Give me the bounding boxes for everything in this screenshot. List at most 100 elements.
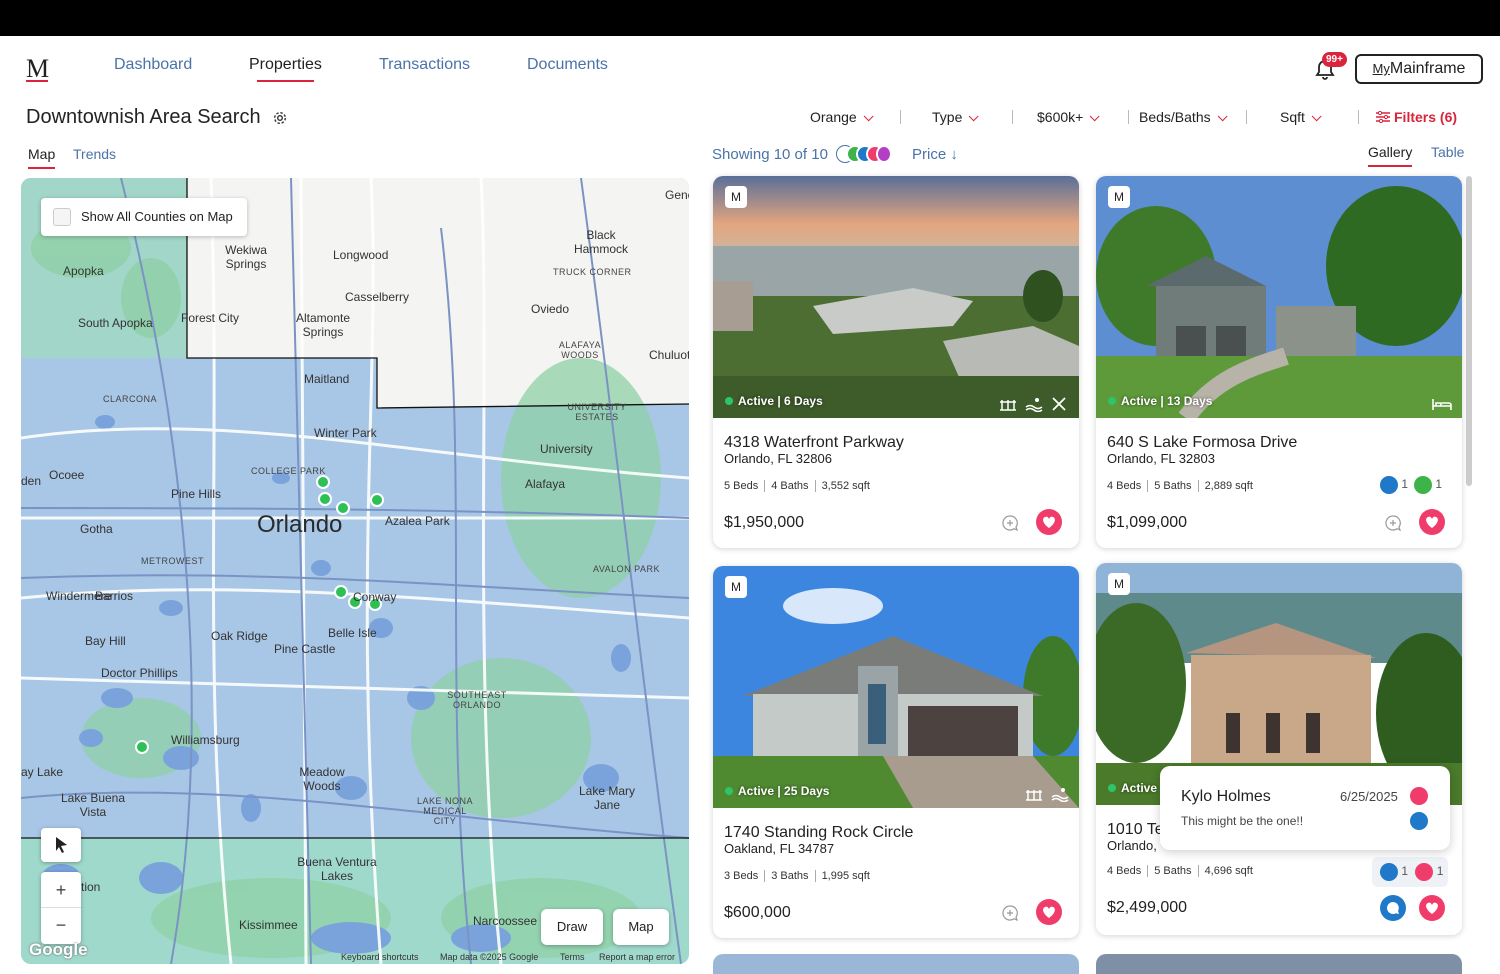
map-place: Pine Hills <box>171 487 222 501</box>
favorite-button[interactable] <box>1419 509 1445 535</box>
comment-message: This might be the one!! <box>1181 814 1304 828</box>
listing-card[interactable]: M Active | 25 Days 1740 Standing Rock Ci… <box>713 566 1079 938</box>
favorite-button[interactable] <box>1036 899 1062 925</box>
bed-icon <box>1432 399 1452 410</box>
tab-map[interactable]: Map <box>28 146 56 169</box>
listing-card[interactable]: M Active | 13 Days 640 S Lake Formosa Dr… <box>1096 176 1462 548</box>
comment-button[interactable] <box>1380 895 1406 921</box>
listing-price: $600,000 <box>724 904 791 921</box>
listing-specs: 4 Beds 5 Baths 2,889 sqft <box>1107 480 1259 492</box>
map-place: Meadow Woods <box>299 765 345 793</box>
kitchen-icon <box>1052 397 1066 411</box>
show-all-counties-label: Show All Counties on Map <box>81 209 233 224</box>
listing-card-partial[interactable] <box>1096 954 1462 974</box>
map-place: CLARCONA <box>103 394 158 404</box>
map-place: AVALON PARK <box>593 564 661 574</box>
map-place: Conway <box>353 590 397 604</box>
listing-city: Oakland, FL 34787 <box>724 841 835 856</box>
filter-beds-baths[interactable]: Beds/Baths <box>1139 109 1228 125</box>
nav-properties[interactable]: Properties <box>249 56 322 82</box>
listing-card-partial[interactable] <box>713 954 1079 974</box>
nav-transactions[interactable]: Transactions <box>379 56 470 74</box>
listing-price: $1,950,000 <box>724 514 805 531</box>
nav-dashboard[interactable]: Dashboard <box>114 56 192 74</box>
map-type-button[interactable]: Map <box>613 909 669 945</box>
checkbox[interactable] <box>53 208 71 226</box>
listing-beds: 5 Beds <box>724 480 766 492</box>
map-place: University <box>540 442 593 456</box>
draw-button[interactable]: Draw <box>541 909 603 945</box>
gear-icon[interactable] <box>272 110 288 126</box>
listing-address[interactable]: 1740 Standing Rock Circle <box>724 824 913 842</box>
filter-county-label: Orange <box>810 109 857 125</box>
commenter-name: Kylo Holmes <box>1181 788 1271 805</box>
terms-link[interactable]: Terms <box>560 952 585 962</box>
filter-type-label: Type <box>932 109 963 125</box>
listing-status: Active | 13 Days <box>1108 394 1212 408</box>
listing-photo[interactable]: M Active | 6 Days <box>713 176 1079 418</box>
comment-bubble-icon <box>1387 902 1399 914</box>
show-all-counties-toggle[interactable]: Show All Counties on Map <box>41 198 247 236</box>
map-place: Gene <box>665 188 689 202</box>
map-view[interactable]: Gene Black Hammock Wekiwa Springs Longwo… <box>21 178 689 964</box>
filter-sqft[interactable]: Sqft <box>1280 109 1322 125</box>
avatar <box>876 145 892 163</box>
listing-photo[interactable]: M Active | 13 Days <box>1096 176 1462 418</box>
comment-popup: Kylo Holmes 6/25/2025 This might be the … <box>1160 766 1450 850</box>
listing-status-label: Active <box>1121 781 1158 795</box>
amenity-icons <box>1025 786 1069 807</box>
dock-icon <box>1026 790 1042 801</box>
comment-counter[interactable]: 1 <box>1380 476 1408 494</box>
zoom-out-button[interactable]: − <box>41 908 81 944</box>
listing-address[interactable]: 4318 Waterfront Parkway <box>724 434 904 452</box>
add-comment-icon[interactable] <box>1384 514 1402 532</box>
results-scrollbar[interactable] <box>1466 176 1472 486</box>
arrow-down-icon: ↓ <box>950 146 958 163</box>
map-place: Altamonte Springs <box>295 311 351 339</box>
keyboard-shortcuts-link[interactable]: Keyboard shortcuts <box>341 952 419 962</box>
listing-status-label: Active | 6 Days <box>738 394 823 408</box>
listing-sqft: 4,696 sqft <box>1204 865 1253 877</box>
tab-table[interactable]: Table <box>1431 144 1464 160</box>
map-place: Oak Ridge <box>211 629 268 643</box>
filter-county[interactable]: Orange <box>810 109 874 125</box>
listing-photo-image <box>1096 176 1462 418</box>
listing-address[interactable]: 640 S Lake Formosa Drive <box>1107 434 1297 452</box>
zoom-in-button[interactable]: + <box>41 872 81 908</box>
heart-icon <box>1043 906 1055 918</box>
map-place: COLLEGE PARK <box>251 466 326 476</box>
add-comment-icon[interactable] <box>1001 514 1019 532</box>
my-mainframe-label: Mainframe <box>1389 60 1466 77</box>
map-place: Forest City <box>181 311 240 325</box>
favorite-button[interactable] <box>1036 509 1062 535</box>
filter-beds-baths-label: Beds/Baths <box>1139 109 1211 125</box>
tab-trends[interactable]: Trends <box>73 146 116 162</box>
map-place: LAKE NONA MEDICAL CITY <box>416 796 474 826</box>
sort-price-button[interactable]: Price ↓ <box>912 146 958 163</box>
favorite-button[interactable] <box>1419 895 1445 921</box>
listing-photo[interactable]: M Active | 25 Days <box>713 566 1079 808</box>
tab-gallery[interactable]: Gallery <box>1368 144 1413 167</box>
map-place: SOUTHEAST ORLANDO <box>447 690 507 710</box>
select-tool-button[interactable] <box>41 828 81 862</box>
add-comment-icon[interactable] <box>1001 904 1019 922</box>
map-place: den <box>21 474 42 488</box>
my-mainframe-button[interactable]: MyMainframe <box>1355 54 1483 84</box>
comment-date: 6/25/2025 <box>1340 789 1398 804</box>
map-place: Narcoossee <box>473 914 538 928</box>
map-place: Azalea Park <box>385 514 450 528</box>
listing-photo-image <box>713 566 1079 808</box>
google-logo: Google <box>29 940 88 959</box>
filter-type[interactable]: Type <box>932 109 979 125</box>
reaction-counters[interactable]: 1 1 <box>1372 857 1448 887</box>
filter-price[interactable]: $600k+ <box>1037 109 1100 125</box>
nav-documents[interactable]: Documents <box>527 56 608 74</box>
listing-card[interactable]: M Active 1010 Ter Orlando, 4 Beds 5 Baths… <box>1096 563 1462 935</box>
more-filters-button[interactable]: Filters (6) <box>1376 109 1457 125</box>
like-counter[interactable]: 1 <box>1414 476 1442 494</box>
map-place: Pine Castle <box>274 642 336 656</box>
app-logo[interactable]: M <box>26 54 49 84</box>
report-map-error-link[interactable]: Report a map error <box>599 952 675 962</box>
listing-card[interactable]: M Active | 6 Days 4318 Waterfront Parkwa… <box>713 176 1079 548</box>
active-dot-icon <box>1108 397 1116 405</box>
